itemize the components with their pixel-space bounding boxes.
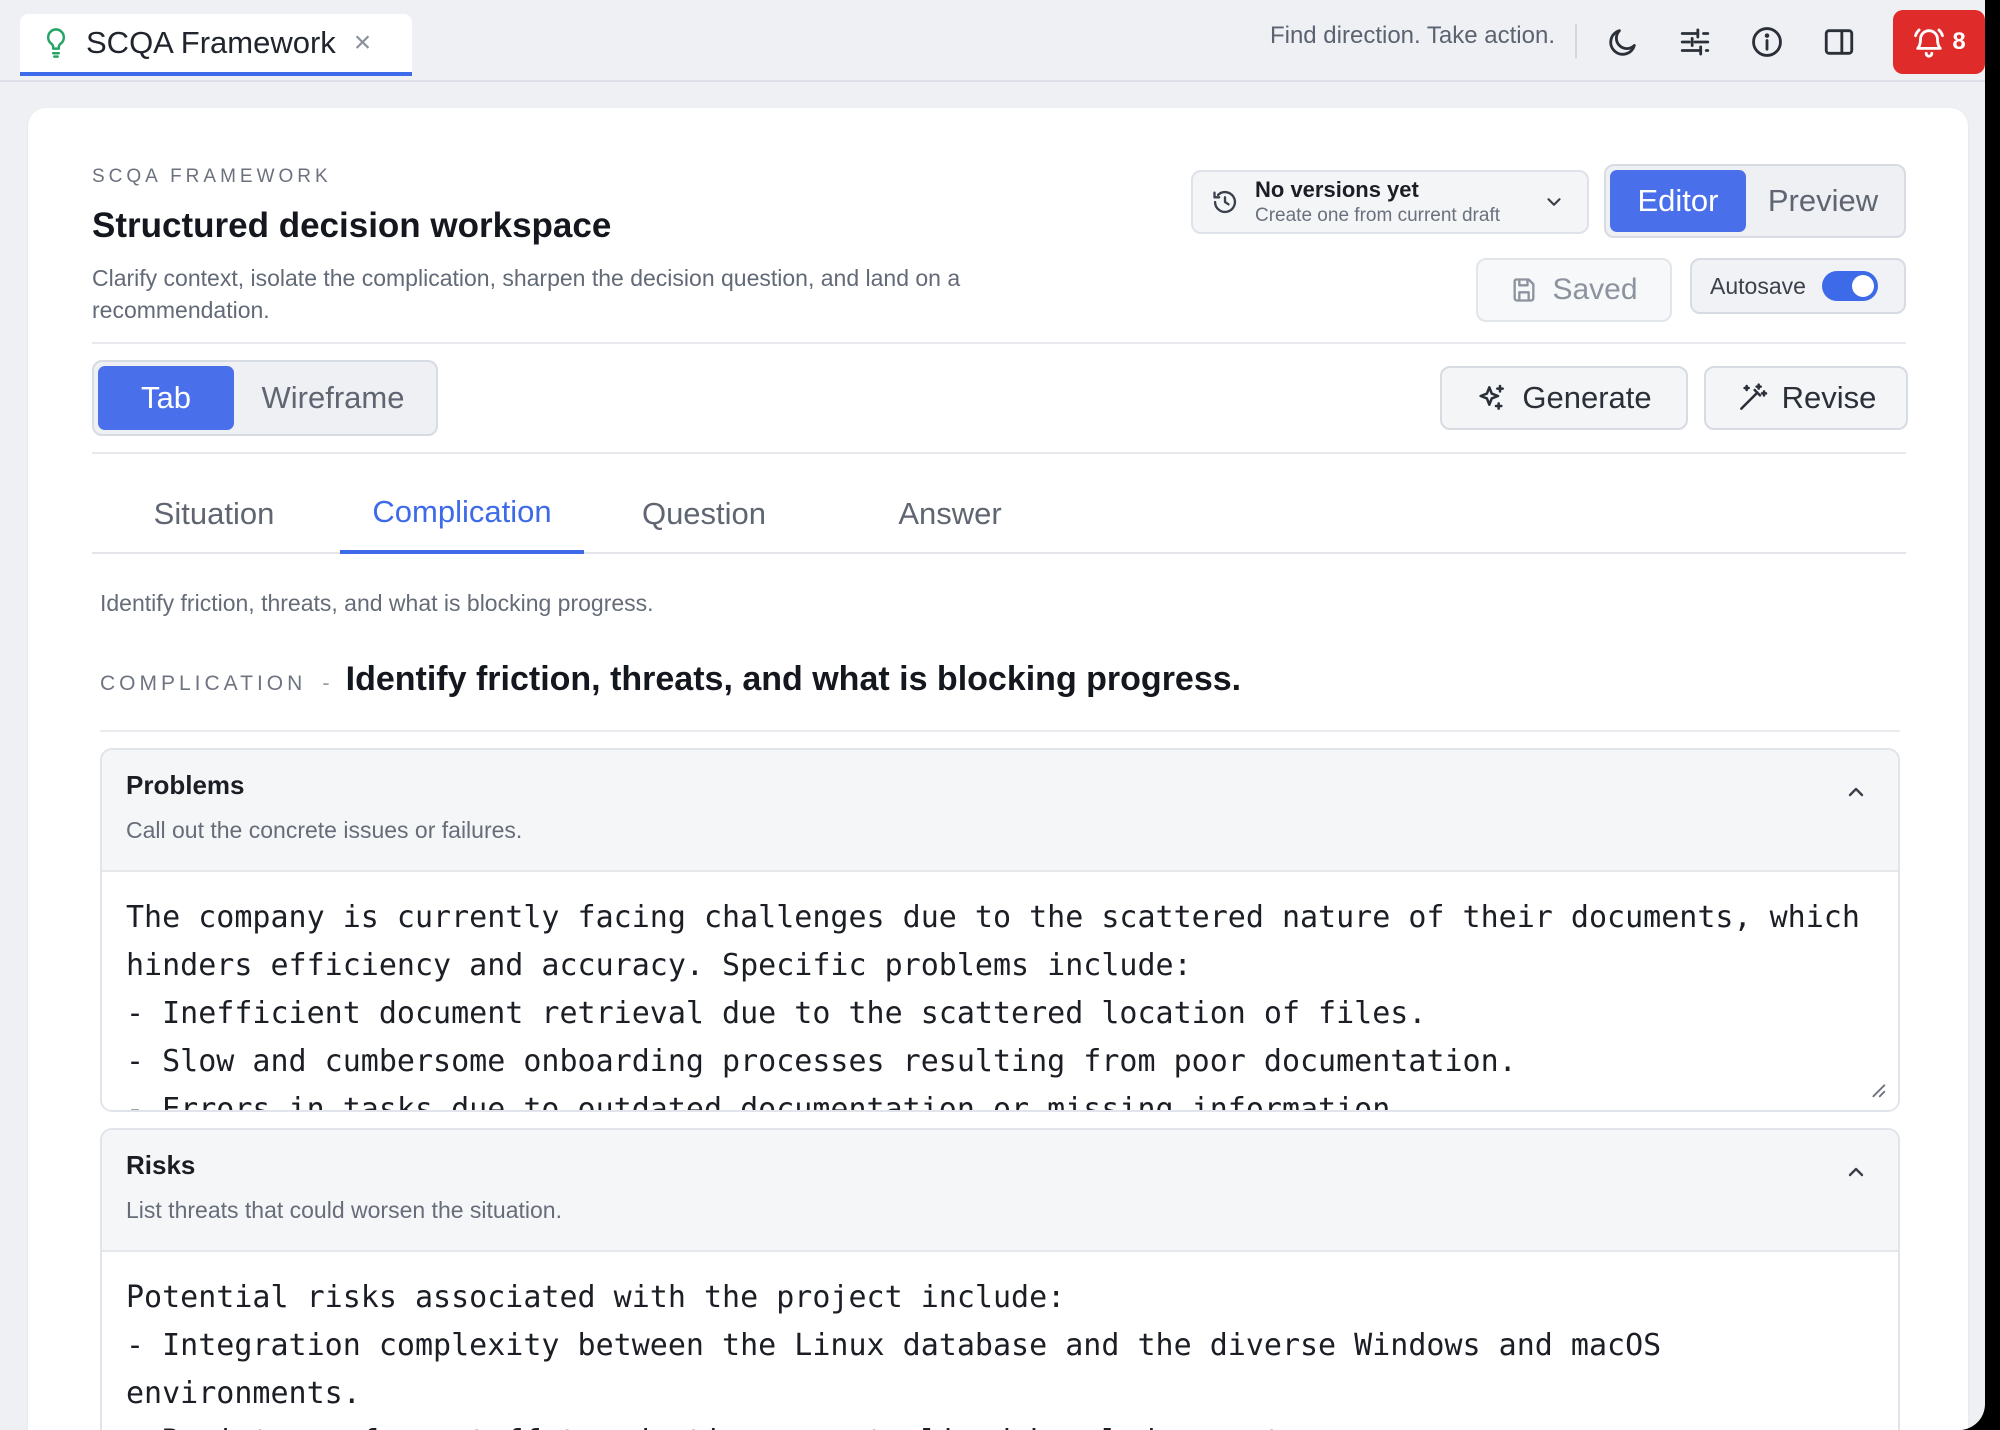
- tab-hint: Identify friction, threats, and what is …: [100, 590, 654, 616]
- eyebrow-label: SCQA FRAMEWORK: [92, 166, 332, 187]
- sidebar-icon[interactable]: [1817, 20, 1861, 64]
- bell-alert-icon: [1914, 28, 1945, 58]
- divider: [92, 452, 1906, 454]
- lightbulb-icon: [46, 28, 66, 58]
- risks-panel: Risks List threats that could worsen the…: [100, 1128, 1900, 1430]
- page-title: Structured decision workspace: [92, 206, 612, 245]
- tagline: Find direction. Take action.: [1269, 22, 1555, 49]
- scqa-tabs: Situation Complication Question Answer: [92, 474, 1906, 554]
- problems-panel: Problems Call out the concrete issues or…: [100, 748, 1900, 1112]
- chevron-up-icon[interactable]: [1844, 780, 1868, 804]
- magic-wand-icon: [1739, 383, 1767, 410]
- chevron-up-icon[interactable]: [1844, 1160, 1868, 1184]
- wireframe-view-button[interactable]: Wireframe: [234, 366, 432, 430]
- workspace-card: SCQA FRAMEWORK Structured decision works…: [28, 108, 1968, 1430]
- page-description: Clarify context, isolate the complicatio…: [92, 265, 961, 323]
- problems-panel-header[interactable]: Problems Call out the concrete issues or…: [102, 750, 1898, 872]
- autosave-switch[interactable]: [1821, 271, 1878, 301]
- generate-label: Generate: [1522, 380, 1652, 415]
- risks-title: Risks: [126, 1150, 196, 1180]
- section-label: COMPLICATION: [100, 672, 307, 695]
- tab-complication[interactable]: Complication: [340, 474, 584, 554]
- chevron-down-icon: [1547, 198, 1561, 206]
- info-icon[interactable]: [1745, 20, 1789, 64]
- autosave-toggle[interactable]: Autosave: [1690, 258, 1906, 314]
- close-tab-icon[interactable]: ×: [354, 28, 372, 58]
- history-icon: [1213, 190, 1237, 214]
- risks-textarea[interactable]: Potential risks associated with the proj…: [102, 1252, 1898, 1430]
- problems-title: Problems: [126, 770, 245, 800]
- notification-count: 8: [1952, 28, 1966, 55]
- section-header: COMPLICATION - Identify friction, threat…: [100, 660, 1241, 699]
- topbar-divider: [1575, 24, 1577, 58]
- editor-mode-button[interactable]: Editor: [1610, 170, 1746, 232]
- revise-button[interactable]: Revise: [1704, 366, 1908, 430]
- versions-hint: Create one from current draft: [1255, 205, 1500, 226]
- tab-situation[interactable]: Situation: [100, 474, 328, 554]
- autosave-label: Autosave: [1710, 272, 1806, 299]
- versions-dropdown[interactable]: No versions yet Create one from current …: [1191, 170, 1589, 234]
- save-icon: [1513, 278, 1535, 302]
- revise-label: Revise: [1781, 380, 1877, 415]
- app-window: SCQA Framework × Find direction. Take ac…: [0, 0, 1985, 1430]
- sparkles-icon: [1479, 384, 1505, 410]
- risks-panel-header[interactable]: Risks List threats that could worsen the…: [102, 1130, 1898, 1252]
- top-bar: SCQA Framework × Find direction. Take ac…: [0, 0, 1985, 82]
- section-heading: Identify friction, threats, and what is …: [345, 660, 1242, 698]
- document-tab-title: SCQA Framework: [86, 25, 336, 60]
- sliders-icon[interactable]: [1673, 20, 1717, 64]
- problems-textarea[interactable]: The company is currently facing challeng…: [102, 872, 1898, 1110]
- tab-question[interactable]: Question: [590, 474, 818, 554]
- saved-button[interactable]: Saved: [1476, 258, 1672, 322]
- preview-mode-button[interactable]: Preview: [1746, 170, 1900, 232]
- saved-label: Saved: [1552, 273, 1638, 306]
- versions-text: No versions yet Create one from current …: [1255, 177, 1543, 227]
- document-tab[interactable]: SCQA Framework ×: [20, 14, 412, 76]
- tab-view-button[interactable]: Tab: [98, 366, 234, 430]
- versions-status: No versions yet: [1255, 177, 1419, 202]
- resize-handle-icon[interactable]: [1866, 1078, 1888, 1100]
- notifications-button[interactable]: 8: [1893, 10, 1985, 74]
- mode-toggle: Editor Preview: [1604, 164, 1906, 238]
- risks-subtitle: List threats that could worsen the situa…: [126, 1197, 562, 1223]
- generate-button[interactable]: Generate: [1440, 366, 1688, 430]
- problems-subtitle: Call out the concrete issues or failures…: [126, 817, 523, 843]
- section-dash: -: [322, 670, 330, 695]
- view-toggle: Tab Wireframe: [92, 360, 438, 436]
- divider: [100, 730, 1900, 732]
- tab-answer[interactable]: Answer: [836, 474, 1064, 554]
- divider: [92, 342, 1906, 344]
- moon-icon[interactable]: [1601, 20, 1645, 64]
